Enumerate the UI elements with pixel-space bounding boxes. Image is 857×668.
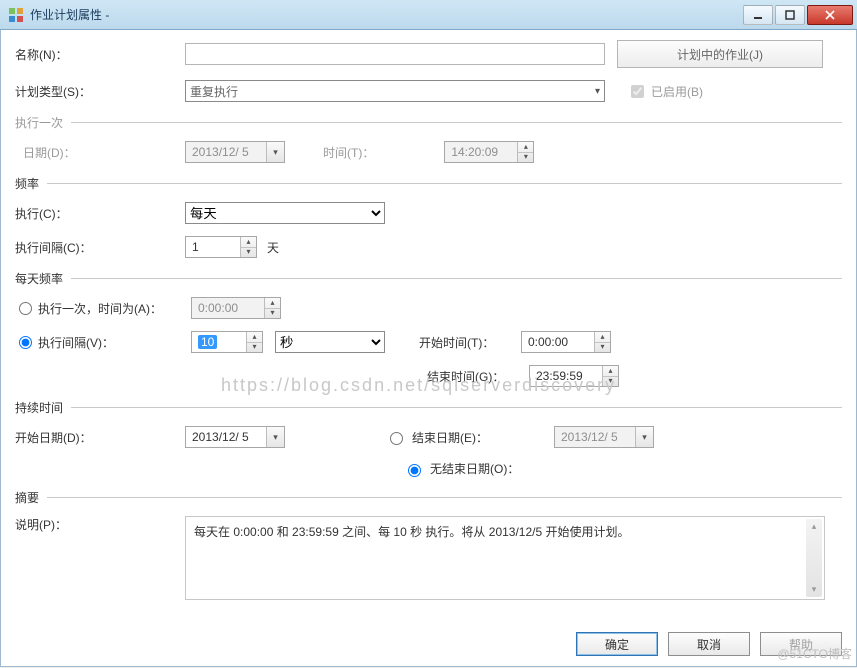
occurs-select[interactable]: 每天 <box>185 202 385 224</box>
start-date-label: 开始日期(D)： <box>15 429 185 446</box>
ok-button[interactable]: 确定 <box>576 632 658 656</box>
daily-end-value: 23:59:59 <box>530 366 602 386</box>
enabled-checkbox-input[interactable] <box>631 85 644 98</box>
scroll-down-icon[interactable]: ▾ <box>812 582 817 597</box>
daily-once-time: 0:00:00 ▴▾ <box>191 297 281 319</box>
scroll-up-icon[interactable]: ▴ <box>812 519 817 534</box>
enabled-checkbox[interactable]: 已启用(B) <box>627 82 703 101</box>
section-frequency: 频率 执行(C)： 每天 执行间隔(C)： 1 ▴▾ 天 <box>15 175 842 258</box>
daily-start-label: 开始时间(T)： <box>419 334 515 351</box>
corner-watermark: @51CTO博客 <box>777 645 852 662</box>
close-button[interactable] <box>807 5 853 25</box>
daily-every-spinner[interactable]: 10 ▴▾ <box>191 331 263 353</box>
calendar-drop-icon[interactable]: ▾ <box>266 427 284 447</box>
section-duration: 持续时间 开始日期(D)： 2013/12/ 5 ▾ 结束日期(E)： 2013… <box>15 399 842 477</box>
daily-once-label: 执行一次，时间为(A)： <box>38 300 162 317</box>
schedule-type-select[interactable]: 重复执行 ▾ <box>185 80 605 102</box>
once-time-spinner: 14:20:09 ▴▾ <box>444 141 534 163</box>
daily-every-value: 10 <box>198 335 217 349</box>
cancel-label: 取消 <box>697 636 721 653</box>
window-title: 作业计划属性 - <box>30 6 743 23</box>
divider <box>47 497 842 498</box>
no-end-date-radio[interactable] <box>408 464 421 477</box>
once-time-value: 14:20:09 <box>445 142 517 162</box>
schedule-type-label: 计划类型(S)： <box>15 83 185 100</box>
section-once: 执行一次 日期(D)： 2013/12/ 5 ▾ 时间(T)： 14:20:09… <box>15 114 842 163</box>
section-daily-frequency: 每天频率 执行一次，时间为(A)： 0:00:00 ▴▾ 执行间隔(V)： 10… <box>15 270 842 387</box>
dialog-footer: 确定 取消 帮助 <box>15 632 842 656</box>
daily-start-time[interactable]: 0:00:00 ▴▾ <box>521 331 611 353</box>
row-name: 名称(N)： 计划中的作业(J) <box>15 40 842 68</box>
once-date-picker: 2013/12/ 5 ▾ <box>185 141 285 163</box>
daily-every-unit-select[interactable]: 秒 <box>275 331 385 353</box>
spin-arrows-icon[interactable]: ▴▾ <box>240 237 256 257</box>
section-once-title: 执行一次 <box>15 114 63 131</box>
summary-text: 每天在 0:00:00 和 23:59:59 之间、每 10 秒 执行。将从 2… <box>194 525 630 539</box>
enabled-label: 已启用(B) <box>651 83 703 100</box>
section-daily-title: 每天频率 <box>15 270 63 287</box>
dialog-client: 名称(N)： 计划中的作业(J) 计划类型(S)： 重复执行 ▾ 已启用(B) … <box>0 30 857 667</box>
spin-arrows-icon[interactable]: ▴▾ <box>246 332 262 352</box>
row-schedule-type: 计划类型(S)： 重复执行 ▾ 已启用(B) <box>15 80 842 102</box>
recur-interval-value: 1 <box>186 237 240 257</box>
end-date-picker: 2013/12/ 5 ▾ <box>554 426 654 448</box>
recur-unit: 天 <box>267 239 279 256</box>
window-buttons <box>743 5 853 25</box>
name-input[interactable] <box>185 43 605 65</box>
jobs-in-schedule-label: 计划中的作业(J) <box>677 46 763 63</box>
start-date-value: 2013/12/ 5 <box>186 427 266 447</box>
recur-interval-spinner[interactable]: 1 ▴▾ <box>185 236 257 258</box>
spin-arrows-icon: ▴▾ <box>517 142 533 162</box>
occurs-label: 执行(C)： <box>15 205 185 222</box>
window-titlebar: 作业计划属性 - <box>0 0 857 30</box>
divider <box>71 122 842 123</box>
section-summary: 摘要 说明(P)： 每天在 0:00:00 和 23:59:59 之间、每 10… <box>15 489 842 600</box>
divider <box>71 278 842 279</box>
recur-label: 执行间隔(C)： <box>15 239 185 256</box>
section-duration-title: 持续时间 <box>15 399 63 416</box>
app-icon <box>8 7 24 23</box>
daily-start-value: 0:00:00 <box>522 332 594 352</box>
end-date-value: 2013/12/ 5 <box>555 427 635 447</box>
once-time-label: 时间(T)： <box>323 144 374 161</box>
section-frequency-title: 频率 <box>15 175 39 192</box>
spin-arrows-icon: ▴▾ <box>264 298 280 318</box>
end-date-label: 结束日期(E)： <box>412 429 488 446</box>
schedule-type-value: 重复执行 <box>190 83 238 100</box>
daily-every-label: 执行间隔(V)： <box>38 334 114 351</box>
name-label: 名称(N)： <box>15 46 185 63</box>
daily-every-radio[interactable] <box>19 336 32 349</box>
daily-once-value: 0:00:00 <box>192 298 264 318</box>
spin-arrows-icon[interactable]: ▴▾ <box>594 332 610 352</box>
once-date-label: 日期(D)： <box>15 144 185 161</box>
divider <box>71 407 842 408</box>
scrollbar[interactable]: ▴▾ <box>806 519 822 597</box>
summary-textbox[interactable]: 每天在 0:00:00 和 23:59:59 之间、每 10 秒 执行。将从 2… <box>185 516 825 600</box>
divider <box>47 183 842 184</box>
section-summary-title: 摘要 <box>15 489 39 506</box>
ok-label: 确定 <box>605 636 629 653</box>
once-date-value: 2013/12/ 5 <box>186 142 266 162</box>
maximize-button[interactable] <box>775 5 805 25</box>
daily-end-label: 结束时间(G)： <box>427 368 523 385</box>
summary-desc-label: 说明(P)： <box>15 516 185 533</box>
daily-end-time[interactable]: 23:59:59 ▴▾ <box>529 365 619 387</box>
spin-arrows-icon[interactable]: ▴▾ <box>602 366 618 386</box>
jobs-in-schedule-button[interactable]: 计划中的作业(J) <box>617 40 823 68</box>
calendar-drop-icon: ▾ <box>266 142 284 162</box>
cancel-button[interactable]: 取消 <box>668 632 750 656</box>
end-date-radio[interactable] <box>390 432 403 445</box>
calendar-drop-icon: ▾ <box>635 427 653 447</box>
chevron-down-icon: ▾ <box>595 86 600 97</box>
no-end-date-label: 无结束日期(O)： <box>430 460 519 477</box>
minimize-button[interactable] <box>743 5 773 25</box>
daily-once-radio[interactable] <box>19 302 32 315</box>
start-date-picker[interactable]: 2013/12/ 5 ▾ <box>185 426 285 448</box>
